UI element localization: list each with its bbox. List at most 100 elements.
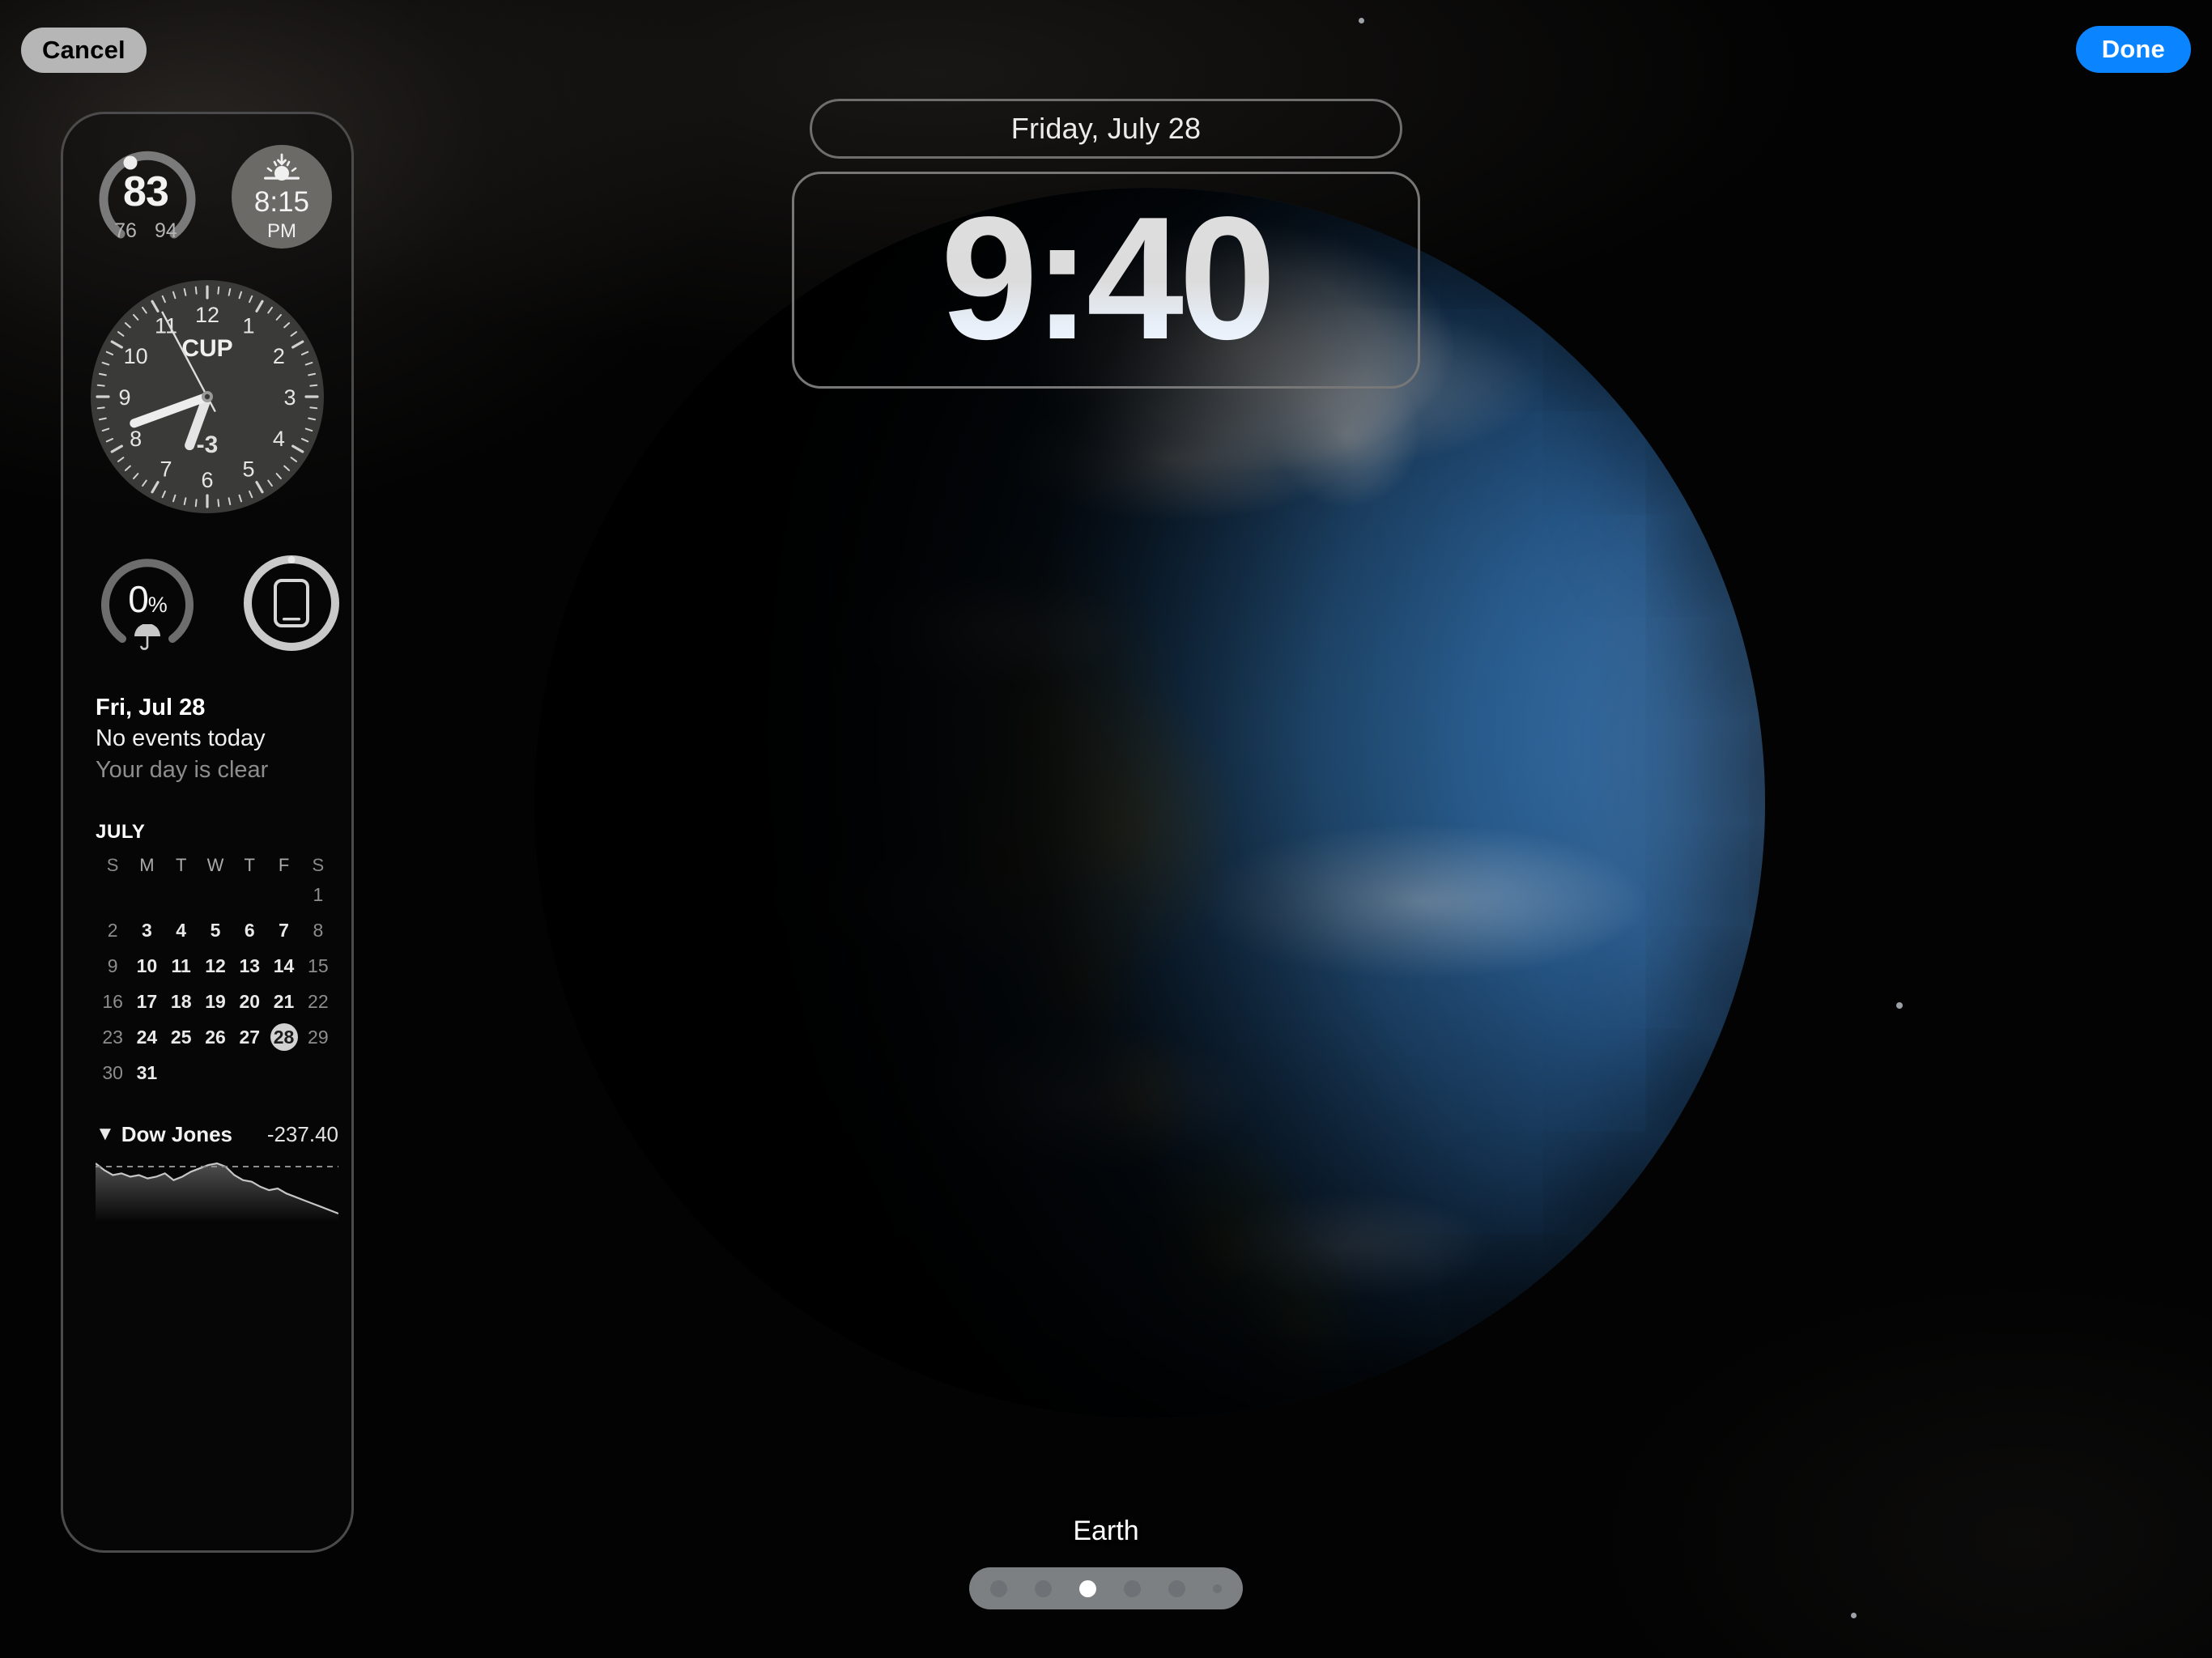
temperature-low: 76 bbox=[114, 219, 137, 242]
calendar-day-blank: . bbox=[198, 881, 232, 908]
calendar-day[interactable]: 26 bbox=[198, 1023, 232, 1051]
date-pill[interactable]: Friday, July 28 bbox=[810, 99, 1402, 159]
calendar-weekday: T bbox=[244, 854, 255, 875]
stock-name: Dow Jones bbox=[121, 1121, 233, 1146]
svg-text:7: 7 bbox=[160, 457, 172, 481]
page-dot[interactable] bbox=[990, 1579, 1007, 1597]
calendar-day[interactable]: 20 bbox=[232, 988, 266, 1015]
month-calendar-widget[interactable]: JULY SMTWTFS ......123456789101112131415… bbox=[96, 821, 335, 1086]
calendar-weekday: T bbox=[175, 854, 187, 875]
svg-text:2: 2 bbox=[273, 344, 285, 368]
time-box[interactable]: 9:40 bbox=[792, 172, 1420, 389]
calendar-day-blank: . bbox=[164, 881, 198, 908]
svg-text:9: 9 bbox=[118, 385, 130, 410]
calendar-event-date: Fri, Jul 28 bbox=[96, 695, 206, 721]
temperature-high: 94 bbox=[154, 219, 177, 242]
cancel-button[interactable]: Cancel bbox=[21, 28, 147, 73]
calendar-weekday: F bbox=[278, 854, 290, 875]
calendar-day[interactable]: 25 bbox=[164, 1023, 198, 1051]
world-clock-city: CUP bbox=[181, 335, 232, 362]
calendar-day[interactable]: 27 bbox=[232, 1023, 266, 1051]
rain-number: 0 bbox=[128, 578, 149, 620]
calendar-day[interactable]: 3 bbox=[130, 916, 164, 944]
calendar-day[interactable]: 12 bbox=[198, 952, 232, 980]
calendar-day[interactable]: 23 bbox=[96, 1023, 130, 1051]
triangle-down-icon: ▼ bbox=[96, 1123, 115, 1146]
sunset-period: PM bbox=[266, 219, 296, 242]
calendar-day[interactable]: 29 bbox=[301, 1023, 335, 1051]
svg-text:3: 3 bbox=[283, 385, 296, 410]
page-dot[interactable] bbox=[1213, 1584, 1222, 1593]
calendar-day-blank: . bbox=[130, 881, 164, 908]
calendar-day[interactable]: 14 bbox=[266, 952, 300, 980]
page-indicator[interactable] bbox=[969, 1567, 1243, 1609]
svg-text:1: 1 bbox=[242, 314, 254, 338]
calendar-day[interactable]: 11 bbox=[164, 952, 198, 980]
calendar-day[interactable]: 8 bbox=[301, 916, 335, 944]
calendar-day[interactable]: 1 bbox=[301, 881, 335, 908]
svg-text:12: 12 bbox=[195, 303, 219, 327]
calendar-day-grid[interactable]: ......1234567891011121314151617181920212… bbox=[96, 881, 335, 1086]
sunset-widget[interactable]: 8:15 PM bbox=[231, 145, 332, 249]
calendar-day[interactable]: 10 bbox=[130, 952, 164, 980]
calendar-day[interactable]: 13 bbox=[232, 952, 266, 980]
calendar-event-widget[interactable]: Fri, Jul 28 No events today Your day is … bbox=[96, 692, 332, 785]
calendar-day[interactable]: 19 bbox=[198, 988, 232, 1015]
temperature-range: 76 94 bbox=[94, 219, 198, 243]
calendar-day[interactable]: 15 bbox=[301, 952, 335, 980]
calendar-day[interactable]: 4 bbox=[164, 916, 198, 944]
time-display: 9:40 bbox=[940, 180, 1276, 376]
rain-unit: % bbox=[147, 593, 168, 617]
world-clock-widget[interactable]: 12 1 2 3 4 5 6 7 8 9 10 11 CUP -3 bbox=[88, 278, 326, 516]
stocks-widget[interactable]: ▼ Dow Jones -237.40 bbox=[95, 1121, 339, 1220]
calendar-weekday: S bbox=[312, 854, 325, 875]
temperature-value: 83 bbox=[123, 168, 169, 215]
svg-text:6: 6 bbox=[201, 468, 213, 492]
calendar-day[interactable]: 5 bbox=[198, 916, 232, 944]
calendar-event-subtitle: Your day is clear bbox=[96, 756, 269, 783]
calendar-day[interactable]: 17 bbox=[130, 988, 164, 1015]
page-dot-active[interactable] bbox=[1079, 1579, 1096, 1597]
calendar-day-blank: . bbox=[96, 881, 130, 908]
widget-row-weather: 83 76 94 8:15 PM bbox=[94, 143, 332, 250]
calendar-day[interactable]: 6 bbox=[232, 916, 266, 944]
calendar-day-today[interactable]: 28 bbox=[266, 1022, 300, 1051]
widget-row-status: 0% bbox=[94, 550, 339, 657]
calendar-day[interactable]: 21 bbox=[266, 988, 300, 1015]
calendar-day[interactable]: 24 bbox=[130, 1023, 164, 1051]
svg-text:4: 4 bbox=[273, 427, 285, 451]
calendar-weekday: M bbox=[139, 854, 155, 875]
rain-value: 0% bbox=[94, 577, 201, 621]
svg-text:10: 10 bbox=[124, 344, 148, 368]
stock-change: -237.40 bbox=[266, 1121, 338, 1146]
page-dot[interactable] bbox=[1168, 1579, 1185, 1597]
calendar-weekday: W bbox=[206, 854, 224, 875]
calendar-day[interactable]: 16 bbox=[96, 988, 130, 1015]
umbrella-icon bbox=[134, 624, 160, 650]
rain-chance-widget[interactable]: 0% bbox=[94, 550, 201, 657]
sunset-icon bbox=[263, 153, 300, 181]
page-dot[interactable] bbox=[1035, 1579, 1052, 1597]
calendar-month-label: JULY bbox=[96, 820, 146, 843]
wallpaper-name-label: Earth bbox=[1073, 1516, 1139, 1546]
calendar-day[interactable]: 30 bbox=[96, 1059, 130, 1086]
calendar-event-title: No events today bbox=[96, 725, 266, 752]
page-dot[interactable] bbox=[1124, 1579, 1141, 1597]
done-button[interactable]: Done bbox=[2075, 26, 2191, 73]
calendar-day[interactable]: 22 bbox=[301, 988, 335, 1015]
temperature-gauge-widget[interactable]: 83 76 94 bbox=[94, 143, 198, 250]
stock-sparkline bbox=[95, 1158, 339, 1220]
calendar-day[interactable]: 9 bbox=[96, 952, 130, 980]
lock-screen-customizer: Cancel Done 83 76 94 8:15 PM 12 1 2 3 4 … bbox=[0, 0, 2212, 1658]
svg-text:8: 8 bbox=[130, 427, 142, 451]
calendar-day-blank: . bbox=[266, 881, 300, 908]
calendar-day[interactable]: 18 bbox=[164, 988, 198, 1015]
calendar-day-blank: . bbox=[232, 881, 266, 908]
widget-panel[interactable]: 83 76 94 8:15 PM 12 1 2 3 4 5 6 7 8 9 10… bbox=[61, 112, 354, 1553]
calendar-day[interactable]: 7 bbox=[266, 916, 300, 944]
sunset-time: 8:15 bbox=[253, 185, 310, 218]
calendar-day[interactable]: 31 bbox=[130, 1059, 164, 1086]
battery-widget[interactable] bbox=[238, 550, 345, 657]
calendar-day[interactable]: 2 bbox=[96, 916, 130, 944]
world-clock-offset: -3 bbox=[197, 432, 219, 458]
